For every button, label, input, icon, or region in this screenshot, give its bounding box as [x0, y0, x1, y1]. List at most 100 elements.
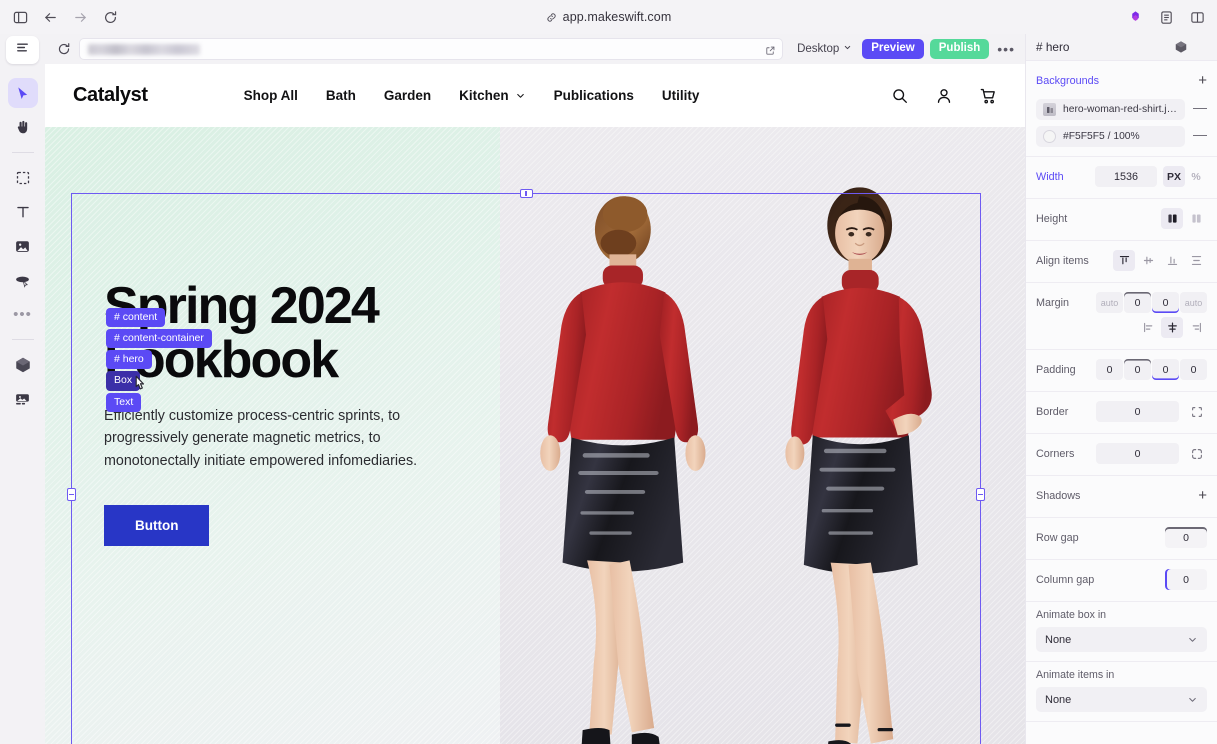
reload-icon[interactable]: [96, 4, 124, 30]
nav-link-publications[interactable]: Publications: [554, 88, 634, 103]
hand-tool[interactable]: [8, 112, 38, 142]
background-image-item[interactable]: hero-woman-red-shirt.jpg: [1036, 99, 1185, 120]
account-person-icon[interactable]: [935, 87, 953, 105]
align-end-icon[interactable]: [1161, 250, 1183, 271]
hero-left-column[interactable]: # content # content-container # hero Box…: [45, 127, 500, 744]
editor-toolbar: Desktop Preview Publish •••: [45, 34, 1025, 64]
width-unit-px[interactable]: PX: [1163, 166, 1185, 187]
layer-badge-stack: # content # content-container # hero Box…: [106, 308, 212, 412]
cube-icon[interactable]: [1174, 40, 1188, 54]
align-start-icon[interactable]: [1113, 250, 1135, 271]
editor-more-button[interactable]: •••: [995, 41, 1017, 57]
open-in-new-tab-icon[interactable]: [765, 43, 776, 61]
corner-radius-input[interactable]: 0: [1096, 443, 1179, 464]
row-gap-label: Row gap: [1036, 531, 1079, 544]
layer-badge-content[interactable]: # content: [106, 308, 166, 328]
nav-link-label: Utility: [661, 88, 700, 103]
page-url-field[interactable]: [79, 38, 784, 61]
row-gap-row: Row gap 0: [1036, 525, 1207, 550]
more-tools[interactable]: •••: [8, 299, 38, 329]
animate-box-in-value: None: [1045, 633, 1072, 646]
nav-link-kitchen[interactable]: Kitchen: [459, 88, 526, 103]
shadows-row: Shadows +: [1036, 483, 1207, 508]
reader-mode-icon[interactable]: [1152, 4, 1180, 30]
backgrounds-header: Backgrounds +: [1036, 68, 1207, 93]
media-tool[interactable]: [8, 384, 38, 414]
align-center-icon[interactable]: [1137, 250, 1159, 271]
margin-center-icon[interactable]: [1161, 317, 1183, 338]
layers-menu-button[interactable]: [6, 36, 39, 64]
background-color-row: #F5F5F5 / 100% —: [1036, 120, 1207, 147]
margin-right-icon[interactable]: [1185, 317, 1207, 338]
add-shadow-button[interactable]: +: [1198, 488, 1207, 503]
padding-left-input[interactable]: 0: [1096, 359, 1123, 380]
column-gap-row: Column gap 0: [1036, 567, 1207, 592]
component-tool[interactable]: [8, 350, 38, 380]
layer-badge-hero[interactable]: # hero: [106, 350, 152, 370]
layer-badge-content-container[interactable]: # content-container: [106, 329, 212, 349]
animate-items-in-select[interactable]: None: [1036, 687, 1207, 712]
hero-cta-button[interactable]: Button: [104, 505, 210, 547]
hero-section[interactable]: # content # content-container # hero Box…: [45, 127, 1025, 744]
shopping-cart-icon[interactable]: [979, 87, 997, 105]
height-auto-icon[interactable]: [1185, 208, 1207, 229]
corner-radius-icon[interactable]: [1187, 444, 1207, 464]
image-tool[interactable]: [8, 231, 38, 261]
remove-background-image-button[interactable]: —: [1187, 100, 1207, 114]
width-unit-percent[interactable]: %: [1185, 166, 1207, 187]
shadows-section: Shadows +: [1026, 476, 1217, 518]
nav-link-bath[interactable]: Bath: [326, 88, 356, 103]
extension-puzzle-icon[interactable]: [1121, 4, 1149, 30]
background-image-name: hero-woman-red-shirt.jpg: [1063, 104, 1178, 115]
add-background-button[interactable]: +: [1198, 73, 1207, 88]
button-tool[interactable]: [8, 265, 38, 295]
sidebar-toggle-icon[interactable]: [6, 4, 34, 30]
remove-background-color-button[interactable]: —: [1187, 127, 1207, 141]
back-arrow-icon[interactable]: [36, 4, 64, 30]
margin-bottom-input[interactable]: 0: [1152, 292, 1179, 313]
background-color-item[interactable]: #F5F5F5 / 100%: [1036, 126, 1185, 147]
split-view-icon[interactable]: [1183, 4, 1211, 30]
box-tool[interactable]: [8, 163, 38, 193]
border-row: Border 0: [1036, 399, 1207, 424]
nav-link-label: Publications: [553, 88, 634, 103]
padding-section: Padding 0 0 0 0: [1026, 350, 1217, 392]
nav-link-utility[interactable]: Utility: [662, 88, 700, 103]
device-selector[interactable]: Desktop: [793, 41, 856, 57]
animate-box-in-select[interactable]: None: [1036, 627, 1207, 652]
margin-right-input[interactable]: auto: [1180, 292, 1207, 313]
margin-top-input[interactable]: 0: [1124, 292, 1151, 313]
nav-link-garden[interactable]: Garden: [384, 88, 431, 103]
page-canvas[interactable]: Catalyst Shop All Bath Garden Kitchen Pu…: [45, 64, 1025, 744]
align-stretch-icon[interactable]: [1185, 250, 1207, 271]
border-width-input[interactable]: 0: [1096, 401, 1179, 422]
row-gap-input[interactable]: 0: [1165, 527, 1207, 548]
reload-canvas-icon[interactable]: [53, 38, 75, 60]
hero-image-column[interactable]: [500, 127, 1025, 744]
preview-button[interactable]: Preview: [862, 39, 924, 59]
padding-right-input[interactable]: 0: [1180, 359, 1207, 380]
search-icon[interactable]: [891, 87, 909, 105]
publish-button[interactable]: Publish: [929, 39, 990, 59]
padding-top-input[interactable]: 0: [1124, 359, 1151, 380]
align-items-group: [1113, 250, 1207, 271]
text-tool[interactable]: [8, 197, 38, 227]
site-nav-icons: [891, 87, 997, 105]
animate-items-in-label: Animate items in: [1036, 669, 1115, 681]
margin-left-input[interactable]: auto: [1096, 292, 1123, 313]
column-gap-input[interactable]: 0: [1165, 569, 1207, 590]
padding-bottom-input[interactable]: 0: [1152, 359, 1179, 380]
margin-left-icon[interactable]: [1137, 317, 1159, 338]
select-tool[interactable]: [7, 78, 38, 108]
height-fixed-icon[interactable]: [1161, 208, 1183, 229]
site-logo[interactable]: Catalyst: [73, 84, 148, 107]
nav-link-shop-all[interactable]: Shop All: [244, 88, 298, 103]
height-mode-group: [1161, 208, 1207, 229]
animate-items-in-section: Animate items in None: [1026, 662, 1217, 722]
width-input[interactable]: 1536: [1095, 166, 1157, 187]
align-items-row: Align items: [1036, 248, 1207, 273]
animate-box-in-label: Animate box in: [1036, 609, 1107, 621]
border-sides-icon[interactable]: [1187, 402, 1207, 422]
forward-arrow-icon[interactable]: [66, 4, 94, 30]
nav-link-label: Shop All: [243, 88, 298, 103]
